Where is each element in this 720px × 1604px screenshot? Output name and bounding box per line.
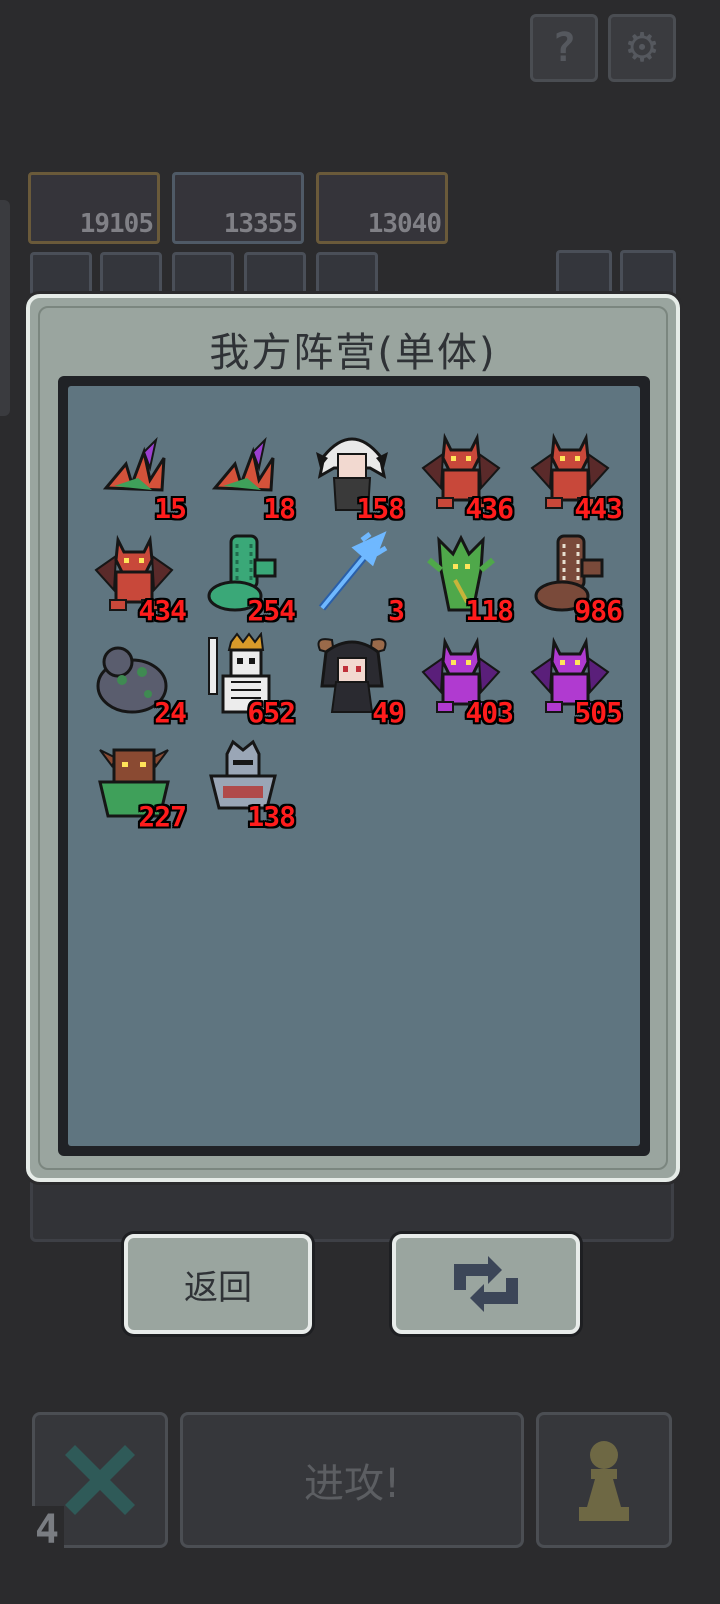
unit-count: 443 [574,492,623,525]
ice-trident-icon [318,531,388,611]
unit-slot-forest-treant[interactable]: 118 [413,526,514,627]
element-chip[interactable] [100,252,162,296]
team-card[interactable]: 13040 [316,172,448,244]
side-drawer-tab[interactable] [0,200,10,416]
attack-button[interactable]: 进攻! [180,1412,524,1548]
unit-slot-armored-knight[interactable]: 138 [195,732,296,833]
unit-count: 3 [388,594,405,627]
team-dialog: 我方阵营(单体) 15 18 158 436 443 434 254 3 118… [26,294,680,1182]
team-card[interactable]: 13355 [172,172,304,244]
unit-slot-purple-dragon[interactable]: 403 [413,628,514,729]
unit-slot-purple-dragon[interactable]: 505 [522,628,623,729]
unit-slot-horned-beast[interactable]: 227 [86,732,187,833]
element-chip[interactable] [30,252,92,296]
sort-button[interactable] [556,250,612,298]
team-card[interactable]: 19105 [28,172,160,244]
unit-count: 49 [372,696,405,729]
pawn-button[interactable] [536,1412,672,1548]
team-power: 13040 [367,209,442,239]
close-icon [65,1445,135,1515]
pawn-icon [579,1441,629,1521]
element-chip[interactable] [244,252,306,296]
unit-slot-skeleton-king[interactable]: 652 [195,628,296,729]
unit-slot-red-dragon[interactable]: 434 [86,526,187,627]
refresh-button[interactable] [392,1234,580,1334]
help-icon: ? [551,25,577,71]
unit-grid[interactable]: 15 18 158 436 443 434 254 3 118 986 24 6… [68,386,640,1146]
unit-slot-crystal-plant[interactable]: 15 [86,424,187,525]
unit-slot-ice-trident[interactable]: 3 [304,526,405,627]
team-power: 19105 [79,209,154,239]
refresh-icon [454,1256,518,1312]
unit-count: 15 [154,492,187,525]
unit-slot-horned-dark-girl[interactable]: 49 [304,628,405,729]
unit-slot-red-dragon[interactable]: 443 [522,424,623,525]
settings-button[interactable]: ⚙ [608,14,676,82]
unit-slot-jade-serpent[interactable]: 254 [195,526,296,627]
help-button[interactable]: ? [530,14,598,82]
unit-slot-wooden-serpent[interactable]: 986 [522,526,623,627]
unit-count: 227 [138,800,187,833]
element-chip[interactable] [316,252,378,296]
unit-count: 505 [574,696,623,729]
unit-count: 118 [465,594,514,627]
turn-counter: 4 [30,1506,64,1554]
unit-count: 24 [154,696,187,729]
unit-slot-rock-golem[interactable]: 24 [86,628,187,729]
settings-icon: ⚙ [624,25,660,71]
back-button-label: 返回 [184,1267,252,1308]
unit-count: 138 [247,800,296,833]
unit-count: 986 [574,594,623,627]
attack-button-label: 进攻! [303,1461,401,1507]
filter-button[interactable] [620,250,676,298]
unit-slot-red-dragon[interactable]: 436 [413,424,514,525]
unit-slot-crystal-plant[interactable]: 18 [195,424,296,525]
unit-count: 436 [465,492,514,525]
dialog-title: 我方阵营(单体) [209,330,497,376]
unit-list-panel: 15 18 158 436 443 434 254 3 118 986 24 6… [58,376,650,1156]
element-chip[interactable] [172,252,234,296]
unit-count: 254 [247,594,296,627]
unit-count: 403 [465,696,514,729]
back-button[interactable]: 返回 [124,1234,312,1334]
unit-count: 158 [356,492,405,525]
team-power: 13355 [223,209,298,239]
unit-count: 434 [138,594,187,627]
unit-slot-white-haired-demon-girl[interactable]: 158 [304,424,405,525]
unit-count: 18 [263,492,296,525]
unit-count: 652 [247,696,296,729]
